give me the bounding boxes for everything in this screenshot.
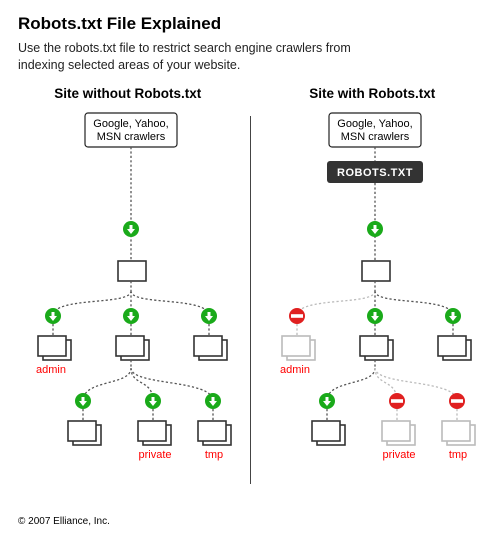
crawler-text-1: Google, Yahoo, <box>93 118 168 130</box>
crawler-text-1: Google, Yahoo, <box>338 118 413 130</box>
footer-copyright: © 2007 Elliance, Inc. <box>18 516 110 527</box>
col-title-left: Site without Robots.txt <box>10 86 246 101</box>
folder-bottom-left <box>312 421 345 445</box>
folder-tmp-blocked <box>442 421 475 445</box>
folder-admin-blocked <box>282 336 315 360</box>
block-icon <box>289 308 305 324</box>
page-subtitle: Use the robots.txt file to restrict sear… <box>18 40 398 74</box>
robots-text: ROBOTS.TXT <box>337 167 413 179</box>
allow-icon <box>319 393 335 409</box>
label-admin: admin <box>36 364 66 376</box>
folder-root <box>118 261 146 281</box>
allow-icon <box>367 221 383 237</box>
diagram-right: Google, Yahoo, MSN crawlers ROBOTS.TXT <box>257 111 487 491</box>
folder-root <box>362 261 390 281</box>
conn-dim <box>375 368 457 401</box>
label-admin: admin <box>280 364 310 376</box>
allow-icon <box>201 308 217 324</box>
allow-icon <box>75 393 91 409</box>
allow-icon <box>123 221 139 237</box>
diagram-columns: Site without Robots.txt Google, Yahoo, M… <box>0 76 500 494</box>
allow-icon <box>45 308 61 324</box>
crawler-text-2: MSN crawlers <box>97 131 166 143</box>
folder-mid-right <box>438 336 471 360</box>
label-tmp: tmp <box>449 449 467 461</box>
label-private: private <box>138 449 171 461</box>
crawler-text-2: MSN crawlers <box>341 131 410 143</box>
allow-icon <box>445 308 461 324</box>
col-title-right: Site with Robots.txt <box>255 86 491 101</box>
folder-bottom-left <box>68 421 101 445</box>
allow-icon <box>123 308 139 324</box>
conn <box>375 281 453 316</box>
allow-icon <box>145 393 161 409</box>
conn <box>327 360 375 401</box>
diagram-left: Google, Yahoo, MSN crawlers <box>13 111 243 491</box>
page-title: Robots.txt File Explained <box>18 14 484 34</box>
folder-tmp <box>198 421 231 445</box>
label-tmp: tmp <box>205 449 223 461</box>
folder-mid <box>116 336 149 360</box>
allow-icon <box>367 308 383 324</box>
folder-mid-right <box>194 336 227 360</box>
col-with-robots: Site with Robots.txt Google, Yahoo, MSN … <box>255 84 491 494</box>
allow-icon <box>205 393 221 409</box>
block-icon <box>449 393 465 409</box>
folder-private-blocked <box>382 421 415 445</box>
folder-mid <box>360 336 393 360</box>
header: Robots.txt File Explained Use the robots… <box>0 0 500 76</box>
col-without-robots: Site without Robots.txt Google, Yahoo, M… <box>10 84 246 494</box>
conn-dim <box>297 291 375 316</box>
folder-private <box>138 421 171 445</box>
folder-admin <box>38 336 71 360</box>
block-icon <box>389 393 405 409</box>
label-private: private <box>383 449 416 461</box>
column-divider <box>250 116 251 484</box>
